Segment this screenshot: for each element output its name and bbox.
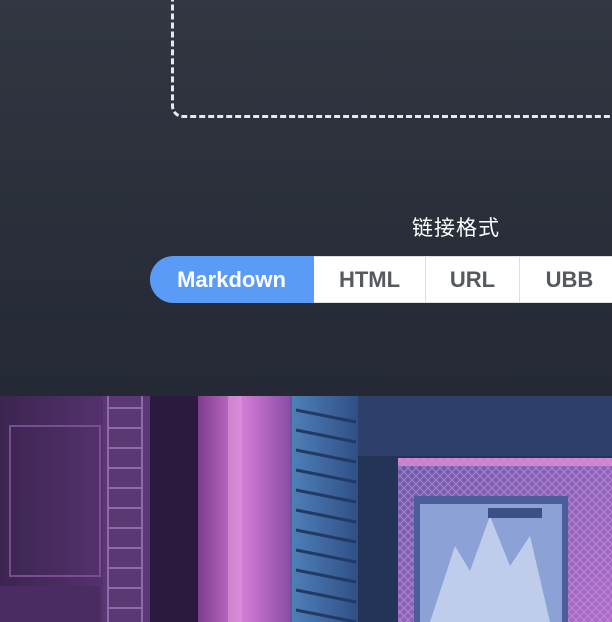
link-format-label: 链接格式 bbox=[412, 216, 500, 240]
link-format-selector: Markdown HTML URL UBB bbox=[150, 256, 612, 303]
format-ubb-button[interactable]: UBB bbox=[520, 256, 612, 303]
page: 链接格式 Markdown HTML URL UBB bbox=[0, 0, 612, 622]
format-url-button[interactable]: URL bbox=[426, 256, 520, 303]
cyberpunk-scene-image bbox=[0, 396, 612, 622]
format-html-button[interactable]: HTML bbox=[314, 256, 426, 303]
format-markdown-button[interactable]: Markdown bbox=[150, 256, 314, 303]
background-image bbox=[0, 396, 612, 622]
upload-drop-zone[interactable] bbox=[171, 0, 612, 118]
upload-panel: 链接格式 Markdown HTML URL UBB bbox=[0, 0, 612, 396]
